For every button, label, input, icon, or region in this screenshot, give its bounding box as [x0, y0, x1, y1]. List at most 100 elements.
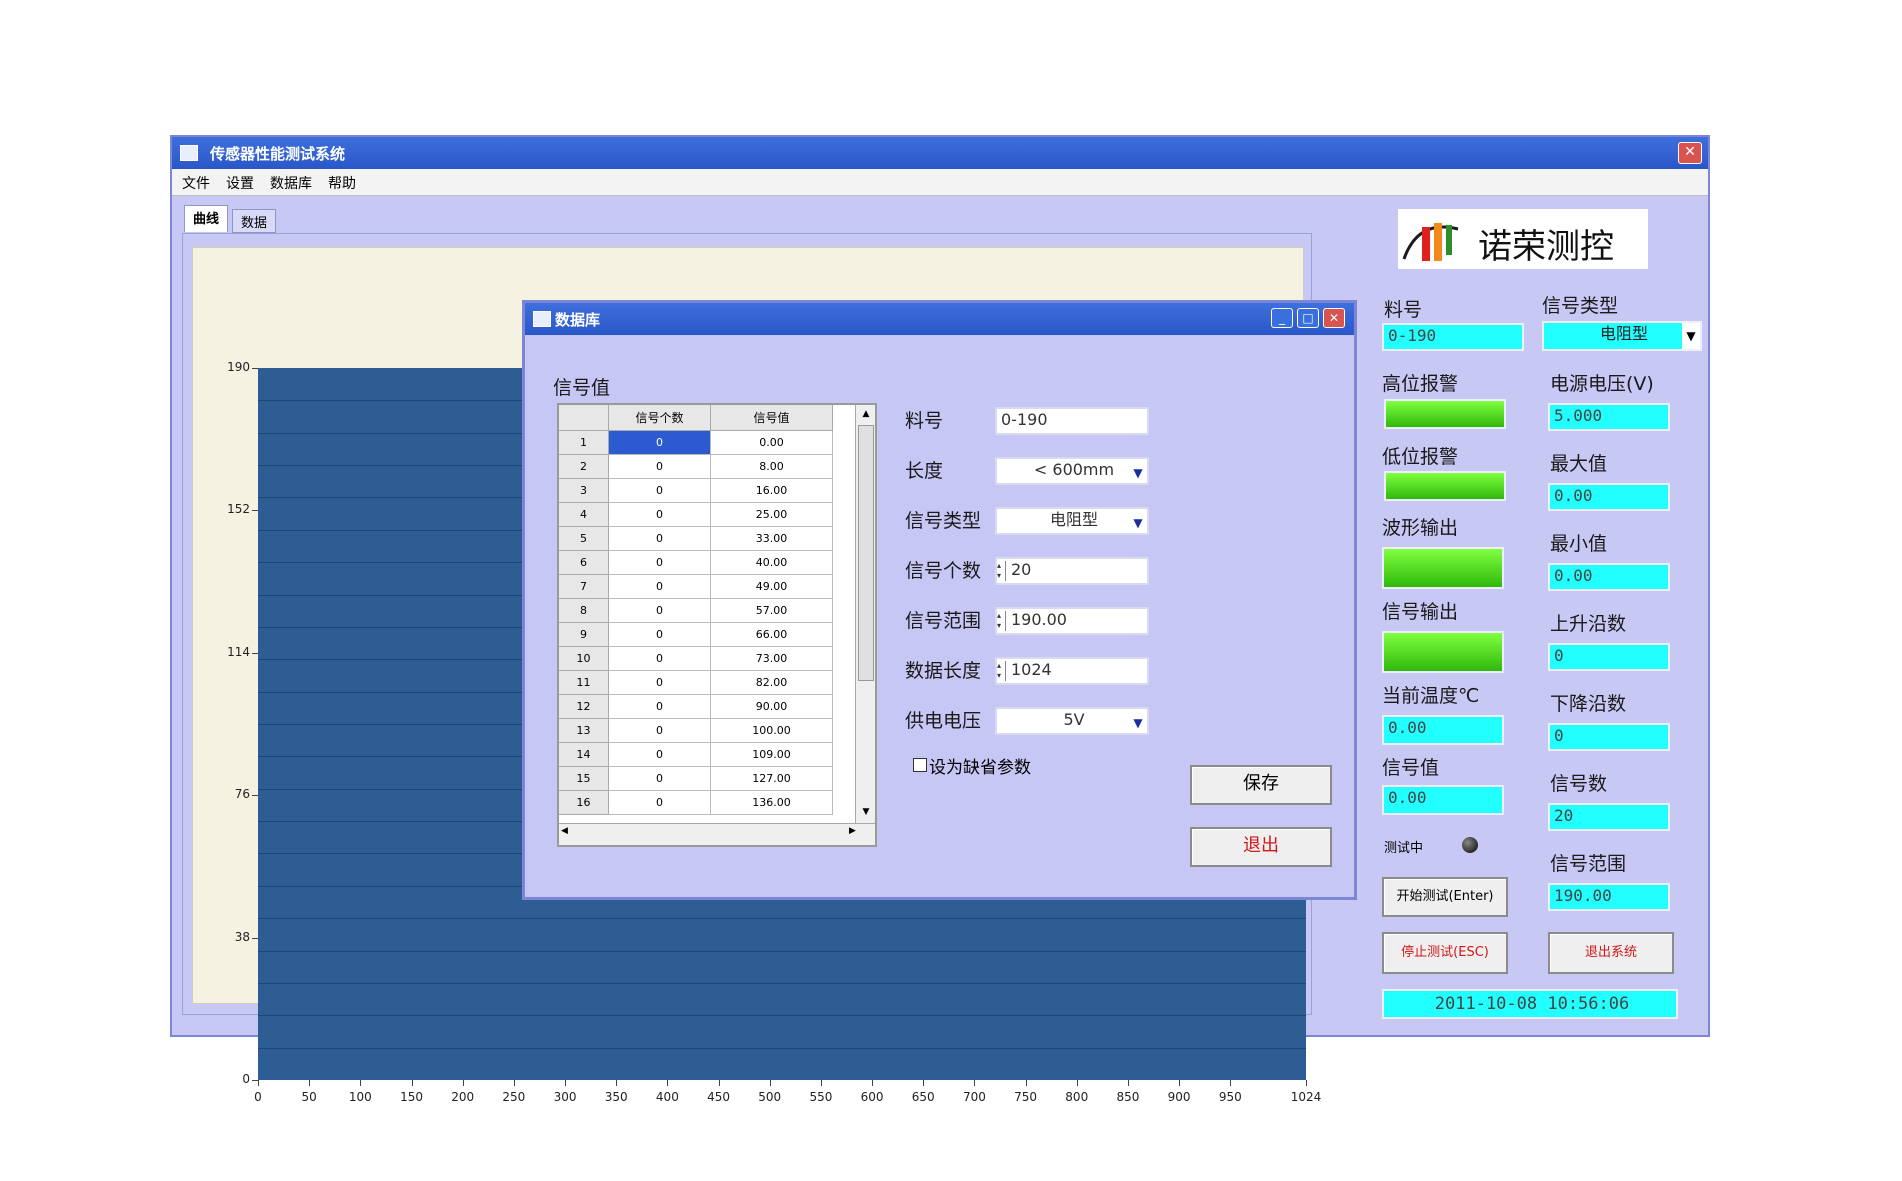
dlg-data-length-spinner[interactable]: ▴ ▾ 1024: [995, 657, 1149, 685]
grid-row-header[interactable]: 7: [559, 575, 609, 599]
dialog-close-button[interactable]: ✕: [1323, 308, 1345, 328]
signal-type-select[interactable]: 电阻型 ▼: [1542, 321, 1702, 351]
minimize-button[interactable]: _: [1271, 308, 1293, 328]
stop-test-button[interactable]: 停止测试(ESC): [1382, 932, 1508, 974]
spinner-arrows-icon[interactable]: ▴ ▾: [997, 561, 1006, 581]
grid-cell-value[interactable]: 0.00: [711, 431, 833, 455]
grid-cell-count[interactable]: 0: [609, 671, 711, 695]
grid-horizontal-scrollbar[interactable]: ◀ ▶: [559, 823, 875, 845]
grid-cell-count[interactable]: 0: [609, 695, 711, 719]
dropdown-arrow-icon[interactable]: ▼: [1682, 323, 1700, 349]
signal-value-grid[interactable]: 信号个数 信号值 1 0 0.00 2 0 8.00 3 0 16.00 4 0 25.00 5 0 33.…: [557, 403, 877, 847]
high-alarm-indicator: [1384, 399, 1506, 429]
grid-cell-count[interactable]: 0: [609, 599, 711, 623]
grid-cell-value[interactable]: 136.00: [711, 791, 833, 815]
grid-cell-count[interactable]: 0: [609, 455, 711, 479]
x-tick-mark: [718, 1080, 720, 1086]
grid-cell-value[interactable]: 40.00: [711, 551, 833, 575]
grid-row-header[interactable]: 11: [559, 671, 609, 695]
grid-cell-count[interactable]: 0: [609, 551, 711, 575]
grid-cell-value[interactable]: 73.00: [711, 647, 833, 671]
dlg-length-select[interactable]: < 600mm ▼: [995, 457, 1149, 485]
grid-cell-count[interactable]: 0: [609, 791, 711, 815]
exit-system-button[interactable]: 退出系统: [1548, 932, 1674, 974]
scroll-right-icon[interactable]: ▶: [849, 826, 856, 836]
grid-row-header[interactable]: 3: [559, 479, 609, 503]
grid-row-header[interactable]: 14: [559, 743, 609, 767]
grid-cell-value[interactable]: 109.00: [711, 743, 833, 767]
grid-row-header[interactable]: 12: [559, 695, 609, 719]
x-tick-label: 550: [809, 1090, 833, 1104]
grid-cell-value[interactable]: 100.00: [711, 719, 833, 743]
grid-row-header[interactable]: 2: [559, 455, 609, 479]
grid-cell-count[interactable]: 0: [609, 575, 711, 599]
grid-cell-count[interactable]: 0: [609, 767, 711, 791]
grid-cell-value[interactable]: 82.00: [711, 671, 833, 695]
liaohao-display: 0-190: [1382, 323, 1524, 351]
dlg-signal-range-spinner[interactable]: ▴ ▾ 190.00: [995, 607, 1149, 635]
grid-row-header[interactable]: 15: [559, 767, 609, 791]
default-params-checkbox[interactable]: [913, 758, 927, 772]
scroll-thumb[interactable]: [858, 425, 874, 681]
grid-cell-value[interactable]: 25.00: [711, 503, 833, 527]
grid-row-header[interactable]: 5: [559, 527, 609, 551]
logo-mark-icon: [1402, 223, 1459, 261]
grid-header-value: 信号值: [711, 405, 833, 431]
grid-cell-value[interactable]: 8.00: [711, 455, 833, 479]
grid-row-header[interactable]: 8: [559, 599, 609, 623]
grid-cell-count[interactable]: 0: [609, 431, 711, 455]
dropdown-arrow-icon[interactable]: ▼: [1131, 462, 1145, 480]
tab-curve[interactable]: 曲线: [184, 205, 229, 232]
scroll-down-icon[interactable]: ▼: [856, 803, 875, 821]
grid-cell-count[interactable]: 0: [609, 479, 711, 503]
x-tick-label: 750: [1014, 1090, 1038, 1104]
save-button[interactable]: 保存: [1190, 765, 1332, 805]
grid-row-header[interactable]: 9: [559, 623, 609, 647]
dropdown-arrow-icon[interactable]: ▼: [1131, 712, 1145, 730]
grid-row-header[interactable]: 10: [559, 647, 609, 671]
grid-cell-count[interactable]: 0: [609, 647, 711, 671]
start-test-button[interactable]: 开始测试(Enter): [1382, 877, 1508, 917]
grid-cell-value[interactable]: 33.00: [711, 527, 833, 551]
menu-database[interactable]: 数据库: [270, 173, 312, 193]
signal-value-display: 0.00: [1382, 785, 1504, 815]
dropdown-arrow-icon[interactable]: ▼: [1131, 512, 1145, 530]
dialog-app-icon: [533, 311, 551, 327]
dialog-exit-button[interactable]: 退出: [1190, 827, 1332, 867]
dlg-supply-voltage-select[interactable]: 5V ▼: [995, 707, 1149, 735]
grid-vertical-scrollbar[interactable]: ▲ ▼: [855, 405, 875, 823]
grid-cell-value[interactable]: 16.00: [711, 479, 833, 503]
menu-file[interactable]: 文件: [182, 173, 210, 193]
dlg-signal-type-select[interactable]: 电阻型 ▼: [995, 507, 1149, 535]
tab-data[interactable]: 数据: [232, 209, 277, 233]
maximize-button[interactable]: □: [1297, 308, 1319, 328]
grid-cell-count[interactable]: 0: [609, 503, 711, 527]
grid-row-header[interactable]: 13: [559, 719, 609, 743]
menu-settings[interactable]: 设置: [226, 173, 254, 193]
grid-cell-count[interactable]: 0: [609, 719, 711, 743]
close-button[interactable]: ✕: [1678, 142, 1702, 164]
spinner-arrows-icon[interactable]: ▴ ▾: [997, 611, 1006, 631]
dlg-liaohao-input[interactable]: 0-190: [995, 407, 1149, 435]
grid-cell-count[interactable]: 0: [609, 527, 711, 551]
scroll-left-icon[interactable]: ◀: [561, 826, 568, 836]
grid-row-header[interactable]: 16: [559, 791, 609, 815]
grid-cell-count[interactable]: 0: [609, 743, 711, 767]
y-tick-label: 38: [234, 929, 250, 944]
menu-help[interactable]: 帮助: [328, 173, 356, 193]
grid-cell-count[interactable]: 0: [609, 623, 711, 647]
dlg-supply-voltage-label: 供电电压: [905, 710, 982, 732]
dlg-signal-count-spinner[interactable]: ▴ ▾ 20: [995, 557, 1149, 585]
scroll-up-icon[interactable]: ▲: [856, 405, 875, 423]
grid-cell-value[interactable]: 90.00: [711, 695, 833, 719]
grid-cell-value[interactable]: 127.00: [711, 767, 833, 791]
grid-cell-value[interactable]: 49.00: [711, 575, 833, 599]
grid-row-header[interactable]: 1: [559, 431, 609, 455]
grid-row-header[interactable]: 6: [559, 551, 609, 575]
grid-row-header[interactable]: 4: [559, 503, 609, 527]
y-tick-mark: [252, 937, 258, 939]
grid-cell-value[interactable]: 57.00: [711, 599, 833, 623]
grid-cell-value[interactable]: 66.00: [711, 623, 833, 647]
min-label: 最小值: [1550, 533, 1608, 555]
spinner-arrows-icon[interactable]: ▴ ▾: [997, 661, 1006, 681]
